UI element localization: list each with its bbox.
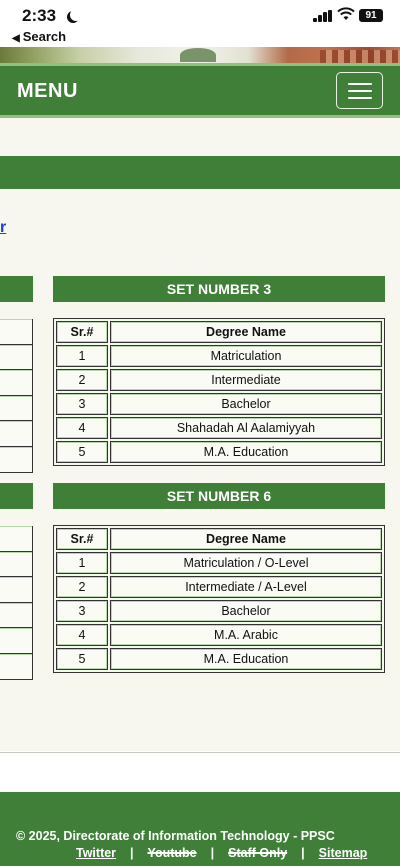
sr-cell: 4 xyxy=(56,624,108,646)
table-header-row: Sr.# Degree Name xyxy=(56,528,382,550)
link-separator: | xyxy=(210,846,215,860)
table-row: 5 M.A. Education xyxy=(56,441,382,463)
wifi-icon xyxy=(337,7,355,20)
table-row: 3 Bachelor xyxy=(56,393,382,415)
degree-header: Degree Name xyxy=(110,321,382,343)
set-3-title: SET NUMBER 3 xyxy=(53,276,385,302)
sitemap-link[interactable]: Sitemap xyxy=(319,846,368,860)
degree-cell: M.A. Education xyxy=(110,441,382,463)
sr-cell: 4 xyxy=(56,417,108,439)
status-bar: 2:33 ◀ Search 91 xyxy=(0,0,400,47)
sr-cell: 3 xyxy=(56,600,108,622)
sr-cell: 5 xyxy=(56,648,108,670)
degree-cell: Shahadah Al Aalamiyyah xyxy=(110,417,382,439)
degree-cell: Intermediate xyxy=(110,369,382,391)
partial-set-header xyxy=(0,483,33,509)
building-arches-image xyxy=(320,50,400,63)
degree-cell: Bachelor xyxy=(110,393,382,415)
partial-set-header xyxy=(0,276,33,302)
menu-title: MENU xyxy=(17,80,78,102)
battery-indicator: 91 xyxy=(359,9,383,22)
link-separator: | xyxy=(130,846,134,860)
hamburger-icon xyxy=(348,83,372,85)
content-divider xyxy=(0,752,400,788)
table-row: 4 Shahadah Al Aalamiyyah xyxy=(56,417,382,439)
back-label: Search xyxy=(22,29,67,44)
twitter-link[interactable]: Twitter xyxy=(76,846,116,860)
hamburger-line xyxy=(348,90,372,92)
copyright-text: © 2025, Directorate of Information Techn… xyxy=(16,829,335,843)
degree-header: Degree Name xyxy=(110,528,382,550)
sr-cell: 2 xyxy=(56,369,108,391)
degree-cell: M.A. Arabic xyxy=(110,624,382,646)
table-row: 3 Bachelor xyxy=(56,600,382,622)
partial-table-left xyxy=(0,319,33,473)
sr-cell: 1 xyxy=(56,345,108,367)
table-row: 1 Matriculation xyxy=(56,345,382,367)
hamburger-line xyxy=(348,97,372,99)
set-6-table: Sr.# Degree Name 1 Matriculation / O-Leve… xyxy=(53,525,385,673)
sr-header: Sr.# xyxy=(56,528,108,550)
degree-cell: Matriculation / O-Level xyxy=(110,552,382,574)
section-title-bar xyxy=(0,156,400,189)
back-to-search[interactable]: ◀ Search xyxy=(12,29,66,44)
back-triangle-icon: ◀ xyxy=(12,33,20,44)
main-nav: MENU xyxy=(0,63,400,118)
staff-only-link[interactable]: Staff Only xyxy=(228,846,287,860)
menu-toggle-button[interactable] xyxy=(336,72,383,109)
status-time: 2:33 xyxy=(22,6,57,25)
link-separator: | xyxy=(301,846,305,860)
cellular-signal-icon xyxy=(313,10,333,22)
set-6-title: SET NUMBER 6 xyxy=(53,483,385,509)
footer: © 2025, Directorate of Information Techn… xyxy=(0,792,400,866)
emblem-icon xyxy=(180,48,216,62)
table-row: 1 Matriculation / O-Level xyxy=(56,552,382,574)
sr-header: Sr.# xyxy=(56,321,108,343)
table-row: 2 Intermediate / A-Level xyxy=(56,576,382,598)
table-row: 4 M.A. Arabic xyxy=(56,624,382,646)
header-banner-image xyxy=(0,47,400,63)
table-row: 2 Intermediate xyxy=(56,369,382,391)
sr-cell: 1 xyxy=(56,552,108,574)
set-3-table: Sr.# Degree Name 1 Matriculation 2 Interme… xyxy=(53,318,385,466)
degree-cell: Matriculation xyxy=(110,345,382,367)
degree-cell: M.A. Education xyxy=(110,648,382,670)
partial-table-left xyxy=(0,526,33,680)
sr-cell: 3 xyxy=(56,393,108,415)
table-header-row: Sr.# Degree Name xyxy=(56,321,382,343)
sr-cell: 2 xyxy=(56,576,108,598)
footer-links: Twitter | Youtube | Staff Only | Sitemap xyxy=(76,846,367,860)
moon-icon xyxy=(70,9,82,21)
table-row: 5 M.A. Education xyxy=(56,648,382,670)
main-content: r SET NUMBER 3 Sr.# Degree Name 1 Matricu… xyxy=(0,118,400,751)
degree-cell: Bachelor xyxy=(110,600,382,622)
youtube-link[interactable]: Youtube xyxy=(148,846,197,860)
degree-cell: Intermediate / A-Level xyxy=(110,576,382,598)
sr-cell: 5 xyxy=(56,441,108,463)
partial-link[interactable]: r xyxy=(0,219,6,237)
